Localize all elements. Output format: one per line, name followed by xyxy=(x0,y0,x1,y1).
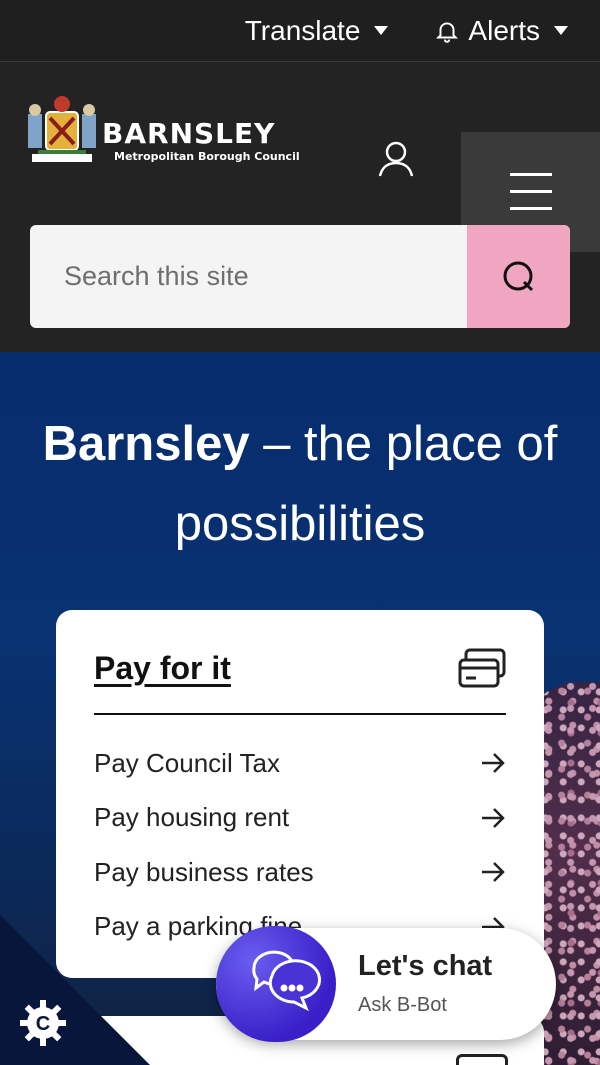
hero-headline-bold: Barnsley xyxy=(42,417,250,471)
chat-subtitle: Ask B-Bot xyxy=(358,994,447,1016)
council-logo[interactable]: BARNSLEY Metropolitan Borough Council xyxy=(24,92,330,170)
svg-text:C: C xyxy=(36,1013,50,1035)
pay-link-business-rates[interactable]: Pay business rates xyxy=(94,845,506,900)
chat-widget[interactable]: Let's chat Ask B-Bot xyxy=(216,926,556,1042)
top-utility-bar: Translate Alerts xyxy=(0,0,600,62)
coat-of-arms-icon xyxy=(28,96,96,162)
user-icon xyxy=(378,141,414,177)
alerts-dropdown[interactable]: Alerts xyxy=(434,15,568,47)
search-icon xyxy=(503,261,534,292)
site-header: BARNSLEY Metropolitan Borough Council xyxy=(0,62,600,352)
arrow-right-icon xyxy=(482,807,505,828)
card-divider xyxy=(94,713,506,715)
bell-icon xyxy=(436,21,459,43)
arrow-right-icon xyxy=(482,862,505,883)
search-input[interactable] xyxy=(30,225,467,328)
hamburger-menu-line xyxy=(510,190,552,193)
credit-card-icon xyxy=(458,648,506,688)
translate-dropdown[interactable]: Translate xyxy=(245,15,389,47)
logo-name: BARNSLEY xyxy=(102,117,276,150)
pay-link-housing-rent[interactable]: Pay housing rent xyxy=(94,791,506,846)
cookie-settings-icon[interactable]: C xyxy=(18,998,68,1048)
hamburger-menu-icon xyxy=(510,173,552,176)
chevron-down-icon xyxy=(554,26,568,35)
alerts-label: Alerts xyxy=(468,14,540,46)
list-item-label: Pay Council Tax xyxy=(94,747,280,778)
chevron-down-icon xyxy=(374,26,389,35)
pay-link-council-tax[interactable]: Pay Council Tax xyxy=(94,736,506,791)
chat-title: Let's chat xyxy=(358,950,493,982)
list-item-label: Pay housing rent xyxy=(94,802,290,833)
account-button[interactable] xyxy=(372,136,420,184)
logo-subtitle: Metropolitan Borough Council xyxy=(114,150,300,163)
arrow-right-icon xyxy=(482,753,505,774)
site-search xyxy=(30,225,570,328)
hamburger-menu-line xyxy=(510,207,552,210)
chat-bubbles-icon xyxy=(252,950,321,1012)
pay-for-it-title[interactable]: Pay for it xyxy=(94,650,231,687)
list-item-label: Pay business rates xyxy=(94,856,314,887)
translate-label: Translate xyxy=(244,14,361,46)
hero-headline: Barnsley – the place of possibilities xyxy=(30,404,570,564)
card-icon xyxy=(456,1054,508,1065)
pay-links-list: Pay Council Tax Pay housing rent Pay bus… xyxy=(94,736,506,954)
chat-launcher[interactable] xyxy=(216,926,336,1042)
search-button[interactable] xyxy=(467,225,570,328)
